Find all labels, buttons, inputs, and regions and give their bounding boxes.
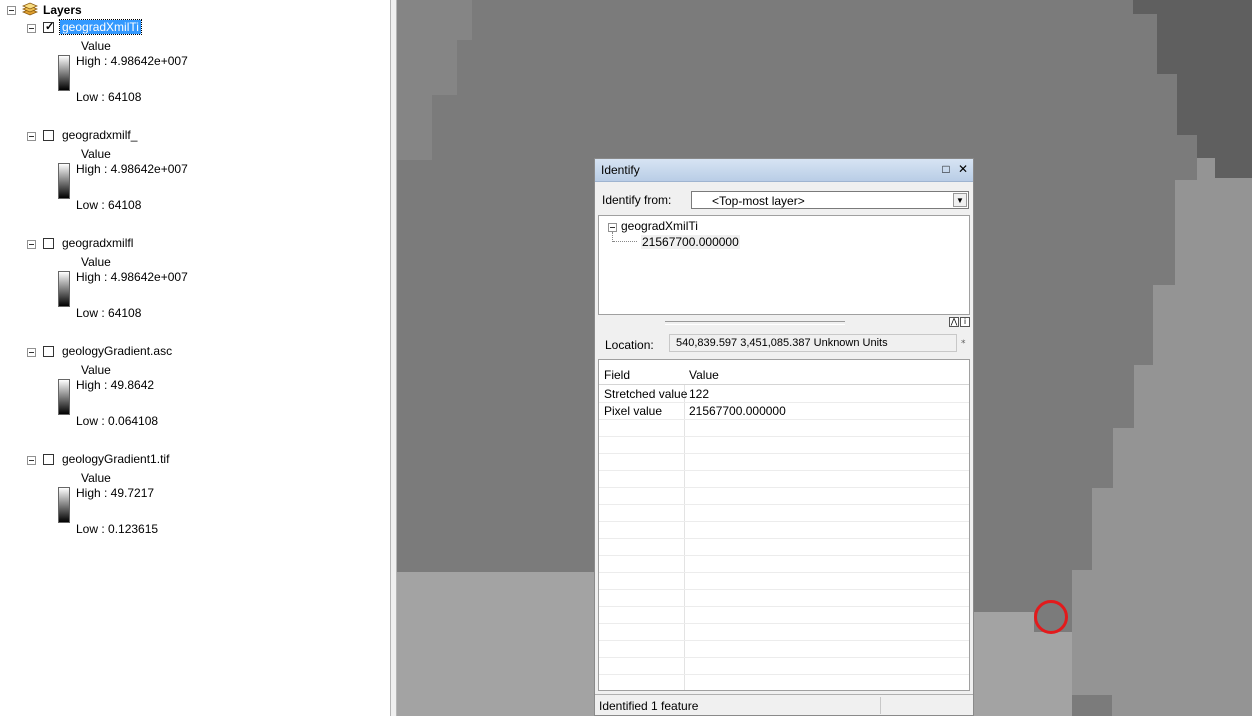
- identify-window: Identify □ ✕ Identify from: <Top-most la…: [594, 158, 974, 716]
- table-row[interactable]: Pixel value 21567700.000000: [599, 402, 969, 420]
- field-cell: Pixel value: [604, 404, 663, 418]
- identify-status-bar: Identified 1 feature: [595, 694, 973, 716]
- empty-row: [599, 572, 969, 590]
- grid-header: Field Value: [599, 360, 969, 385]
- color-ramp-swatch: [58, 163, 70, 199]
- layers-collapse-toggle[interactable]: [7, 6, 16, 15]
- layer-visibility-checkbox[interactable]: [43, 130, 54, 141]
- legend-value-label: Value: [81, 363, 111, 377]
- layer-name[interactable]: geologyGradient1.tif: [62, 452, 169, 466]
- empty-row: [599, 657, 969, 675]
- legend-low-label: Low : 64108: [76, 198, 142, 212]
- layer-collapse-toggle[interactable]: [27, 240, 36, 249]
- panel-splitter[interactable]: [665, 321, 845, 325]
- legend-value-label: Value: [81, 255, 111, 269]
- empty-row: [599, 419, 969, 437]
- check-mark-icon: ✓: [45, 21, 55, 33]
- identify-from-dropdown[interactable]: <Top-most layer> ▼: [691, 191, 969, 209]
- legend-high-label: High : 4.98642e+007: [76, 54, 188, 68]
- empty-row: [599, 453, 969, 471]
- layers-root-label: Layers: [43, 3, 82, 17]
- info-icon[interactable]: i: [960, 317, 970, 327]
- toc-splitter[interactable]: [390, 0, 397, 716]
- collapse-up-icon[interactable]: ⋀: [949, 317, 959, 327]
- legend-value-label: Value: [81, 471, 111, 485]
- empty-row: [599, 470, 969, 488]
- layer-collapse-toggle[interactable]: [27, 348, 36, 357]
- value-column-header[interactable]: Value: [689, 368, 719, 382]
- legend-low-label: Low : 64108: [76, 90, 142, 104]
- identify-status-text: Identified 1 feature: [599, 699, 699, 713]
- layers-icon: [22, 2, 38, 16]
- color-ramp-swatch: [58, 487, 70, 523]
- empty-row: [599, 538, 969, 556]
- location-field: 540,839.597 3,451,085.387 Unknown Units: [669, 334, 957, 352]
- empty-row: [599, 504, 969, 522]
- color-ramp-swatch: [58, 55, 70, 91]
- empty-row: [599, 555, 969, 573]
- layer-name[interactable]: geogradXmilTi: [59, 19, 142, 35]
- identify-location-marker: [1034, 600, 1068, 634]
- tree-collapse-toggle[interactable]: [608, 223, 617, 232]
- legend-high-label: High : 4.98642e+007: [76, 162, 188, 176]
- identify-from-label: Identify from:: [602, 193, 672, 207]
- legend-high-label: High : 4.98642e+007: [76, 270, 188, 284]
- empty-row: [599, 487, 969, 505]
- close-button[interactable]: ✕: [956, 162, 970, 176]
- legend-high-label: High : 49.8642: [76, 378, 155, 392]
- table-row[interactable]: Stretched value 122: [599, 385, 969, 403]
- empty-row: [599, 606, 969, 624]
- layer-name[interactable]: geogradxmilf_: [62, 128, 137, 142]
- layer-visibility-checkbox[interactable]: [43, 238, 54, 249]
- field-column-header[interactable]: Field: [604, 368, 630, 382]
- layer-collapse-toggle[interactable]: [27, 456, 36, 465]
- empty-row: [599, 589, 969, 607]
- tree-feature-node[interactable]: 21567700.000000: [641, 235, 740, 249]
- empty-row: [599, 521, 969, 539]
- value-cell: 21567700.000000: [689, 404, 786, 418]
- attribute-grid[interactable]: Field Value Stretched value 122 Pixel va…: [598, 359, 970, 691]
- dropdown-arrow-icon[interactable]: ▼: [953, 193, 967, 207]
- maximize-button[interactable]: □: [939, 162, 953, 176]
- color-ramp-swatch: [58, 271, 70, 307]
- layer-collapse-toggle[interactable]: [27, 24, 36, 33]
- layer-visibility-checkbox[interactable]: [43, 346, 54, 357]
- legend-low-label: Low : 0.064108: [76, 414, 159, 428]
- location-value: 540,839.597 3,451,085.387 Unknown Units: [676, 337, 888, 349]
- layer-collapse-toggle[interactable]: [27, 132, 36, 141]
- field-cell: Stretched value: [604, 387, 688, 401]
- color-ramp-swatch: [58, 379, 70, 415]
- status-separator: [880, 697, 881, 714]
- legend-low-label: Low : 64108: [76, 306, 142, 320]
- identify-from-value: <Top-most layer>: [712, 194, 805, 208]
- empty-row: [599, 640, 969, 658]
- value-cell: 122: [689, 387, 710, 401]
- pin-icon[interactable]: ⁎: [961, 335, 966, 346]
- table-of-contents: Layers ✓ geogradXmilTi Value High : 4.98…: [0, 0, 390, 716]
- layer-name[interactable]: geologyGradient.asc: [62, 344, 172, 358]
- empty-row: [599, 436, 969, 454]
- legend-high-label: High : 49.7217: [76, 486, 155, 500]
- layer-name[interactable]: geogradxmilfl: [62, 236, 133, 250]
- legend-value-label: Value: [81, 39, 111, 53]
- identify-title: Identify: [601, 163, 640, 177]
- layer-visibility-checkbox[interactable]: ✓: [43, 21, 55, 33]
- identify-title-bar[interactable]: Identify □ ✕: [595, 159, 973, 182]
- legend-value-label: Value: [81, 147, 111, 161]
- empty-row: [599, 623, 969, 641]
- layer-visibility-checkbox[interactable]: [43, 454, 54, 465]
- legend-low-label: Low : 0.123615: [76, 522, 159, 536]
- identify-results-tree[interactable]: geogradXmilTi 21567700.000000: [598, 215, 970, 315]
- location-label: Location:: [605, 338, 654, 352]
- tree-connector: [613, 241, 637, 243]
- tree-layer-node[interactable]: geogradXmilTi: [621, 219, 698, 233]
